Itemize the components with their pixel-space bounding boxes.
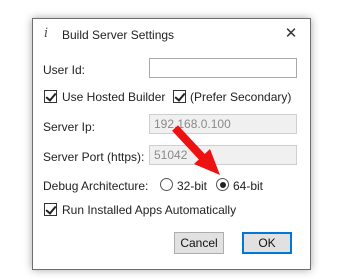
radio-32-bit[interactable] (160, 178, 173, 191)
prefer-secondary-checkbox[interactable] (173, 90, 186, 103)
info-icon: i (44, 26, 49, 41)
server-port-label: Server Port (https): (43, 150, 145, 164)
radio-64-bit-label[interactable]: 64-bit (233, 179, 263, 193)
cancel-button[interactable]: Cancel (174, 232, 224, 254)
debug-architecture-label: Debug Architecture: (43, 179, 149, 193)
user-id-input[interactable] (149, 58, 297, 78)
user-id-label: User Id: (43, 63, 86, 77)
prefer-secondary-label[interactable]: (Prefer Secondary) (190, 90, 291, 104)
ok-button[interactable]: OK (242, 232, 292, 254)
radio-64-bit[interactable] (216, 178, 229, 191)
server-ip-input (149, 114, 297, 134)
use-hosted-builder-checkbox[interactable] (44, 90, 57, 103)
title-bar[interactable]: i Build Server Settings ✕ (33, 19, 310, 50)
server-port-input (149, 145, 297, 165)
run-installed-apps-label[interactable]: Run Installed Apps Automatically (62, 203, 236, 217)
close-icon: ✕ (284, 25, 298, 42)
use-hosted-builder-label[interactable]: Use Hosted Builder (62, 90, 165, 104)
window-title: Build Server Settings (62, 28, 175, 42)
radio-32-bit-label[interactable]: 32-bit (177, 179, 207, 193)
server-ip-label: Server Ip: (43, 120, 96, 134)
run-installed-apps-checkbox[interactable] (44, 203, 57, 216)
close-button[interactable]: ✕ (281, 24, 301, 44)
build-server-settings-dialog: i Build Server Settings ✕ User Id: Use H… (32, 18, 311, 270)
